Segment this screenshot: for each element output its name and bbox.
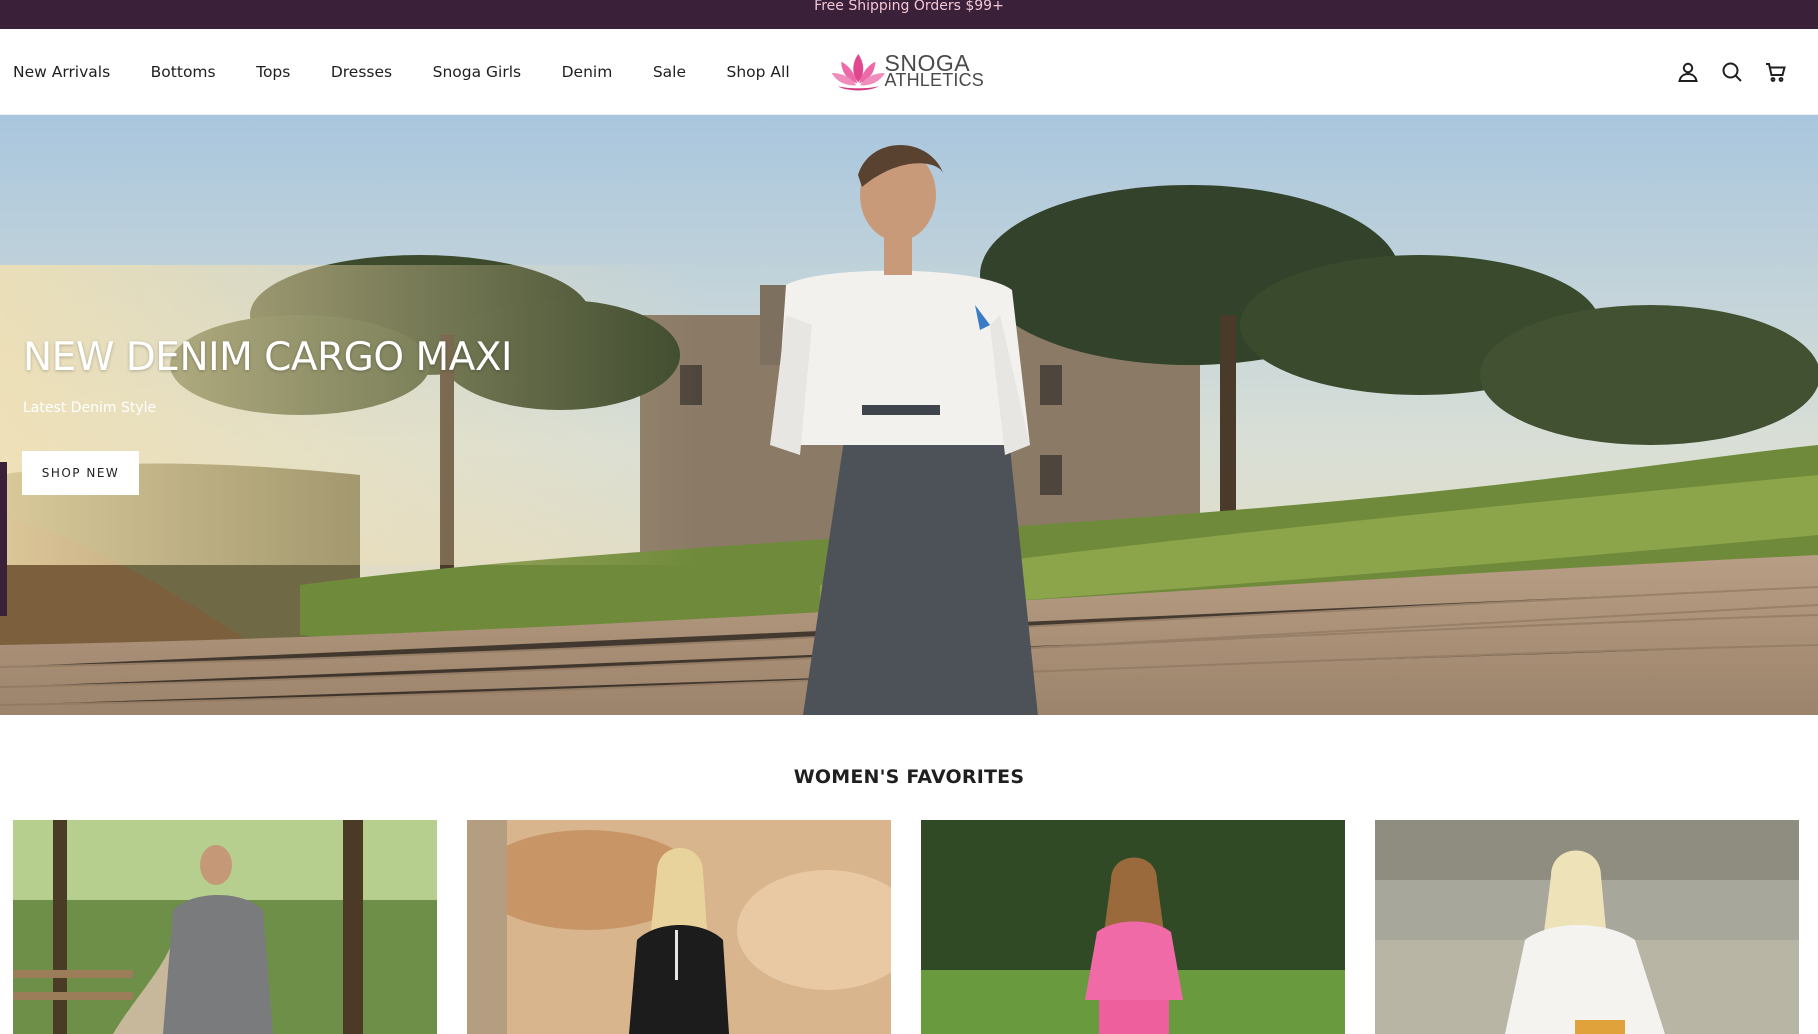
product-card[interactable] xyxy=(921,820,1345,1034)
product-card[interactable] xyxy=(467,820,891,1034)
hero-title: NEW DENIM CARGO MAXI xyxy=(23,335,513,380)
product-card[interactable] xyxy=(1375,820,1799,1034)
cart-icon[interactable] xyxy=(1762,58,1790,86)
nav-item-sale[interactable]: Sale xyxy=(653,63,686,81)
hero-banner: NEW DENIM CARGO MAXI Latest Denim Style … xyxy=(0,115,1818,715)
nav-item-denim[interactable]: Denim xyxy=(562,63,613,81)
nav-item-new-arrivals[interactable]: New Arrivals xyxy=(13,63,110,81)
hero-subtitle: Latest Denim Style xyxy=(23,400,157,416)
announcement-bar: Free Shipping Orders $99+ xyxy=(0,0,1818,29)
account-icon[interactable] xyxy=(1674,58,1702,86)
product-image xyxy=(467,820,891,1034)
brand-line2: ATHLETICS xyxy=(884,70,984,90)
product-image xyxy=(1375,820,1799,1034)
search-icon[interactable] xyxy=(1718,58,1746,86)
shop-new-button[interactable]: SHOP NEW xyxy=(22,451,139,495)
brand-wordmark: SNOGA ATHLETICS xyxy=(884,52,984,90)
announcement-text: Free Shipping Orders $99+ xyxy=(814,0,1004,14)
lotus-icon xyxy=(831,54,885,91)
header-actions xyxy=(1674,58,1790,86)
brand-logo[interactable]: SNOGA ATHLETICS xyxy=(828,47,984,97)
favorites-title: WOMEN'S FAVORITES xyxy=(793,766,1025,788)
side-drawer-tab[interactable] xyxy=(0,462,7,616)
nav-item-snoga-girls[interactable]: Snoga Girls xyxy=(433,63,521,81)
favorites-grid xyxy=(13,820,1805,1034)
nav-item-tops[interactable]: Tops xyxy=(256,63,290,81)
main-nav: New Arrivals Bottoms Tops Dresses Snoga … xyxy=(13,29,830,115)
nav-item-bottoms[interactable]: Bottoms xyxy=(151,63,216,81)
product-card[interactable] xyxy=(13,820,437,1034)
product-image xyxy=(13,820,437,1034)
hero-image xyxy=(0,115,1818,715)
nav-item-shop-all[interactable]: Shop All xyxy=(727,63,790,81)
nav-item-dresses[interactable]: Dresses xyxy=(331,63,392,81)
product-image xyxy=(921,820,1345,1034)
site-header: New Arrivals Bottoms Tops Dresses Snoga … xyxy=(0,29,1818,115)
